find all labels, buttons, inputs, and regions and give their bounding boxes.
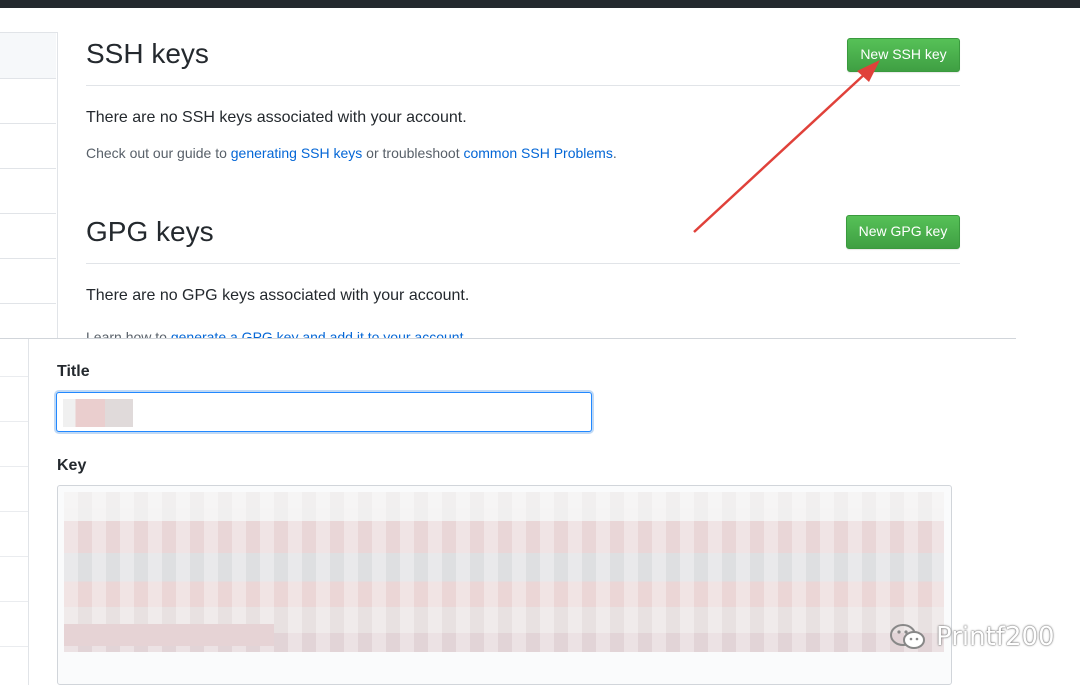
title-input[interactable] — [56, 392, 592, 432]
generate-gpg-key-link[interactable]: generate a GPG key and add it to your ac… — [171, 329, 464, 338]
top-header-bar — [0, 0, 1080, 8]
ssh-keys-heading: SSH keys — [86, 38, 209, 69]
ssh-help-text: Check out our guide to generating SSH ke… — [86, 145, 617, 161]
sidebar-divider — [0, 466, 28, 467]
sidebar-divider — [0, 601, 28, 602]
settings-sidebar — [0, 32, 58, 339]
ssh-help-end: . — [612, 145, 617, 161]
sidebar-divider — [0, 258, 56, 259]
new-ssh-key-button[interactable]: New SSH key — [847, 38, 960, 72]
screenshot-split-divider — [0, 338, 1016, 339]
sidebar-divider — [0, 303, 56, 304]
key-textarea[interactable] — [57, 485, 952, 685]
sidebar-item-selected[interactable] — [0, 33, 56, 79]
sidebar-divider — [0, 123, 56, 124]
sidebar-divider — [0, 213, 56, 214]
watermark: Printf200 — [888, 622, 1055, 652]
ssh-empty-message: There are no SSH keys associated with yo… — [86, 109, 467, 126]
ssh-help-mid: or troubleshoot — [362, 145, 464, 161]
key-field-label: Key — [57, 457, 87, 474]
ssh-help-prefix: Check out our guide to — [86, 145, 231, 161]
form-sidebar-edge — [0, 339, 29, 685]
gpg-help-prefix: Learn how to — [86, 329, 171, 338]
gpg-heading-divider — [86, 263, 960, 264]
sidebar-divider — [0, 511, 28, 512]
watermark-text: Printf200 — [936, 622, 1055, 652]
redacted-title-value — [63, 399, 133, 427]
arrow-shaft — [693, 71, 868, 233]
sidebar-divider — [0, 646, 28, 647]
generating-ssh-keys-link[interactable]: generating SSH keys — [231, 145, 363, 161]
gpg-help-text: Learn how to generate a GPG key and add … — [86, 327, 467, 338]
gpg-empty-message: There are no GPG keys associated with yo… — [86, 287, 470, 304]
common-ssh-problems-link[interactable]: common SSH Problems — [463, 145, 612, 161]
new-gpg-key-button[interactable]: New GPG key — [846, 215, 960, 249]
sidebar-divider — [0, 168, 56, 169]
sidebar-divider — [0, 421, 28, 422]
sidebar-divider — [0, 556, 28, 557]
title-field-label: Title — [57, 363, 90, 380]
redacted-key-tail — [64, 624, 274, 646]
gpg-help-end: . — [463, 329, 468, 338]
ssh-heading-divider — [86, 85, 960, 86]
sidebar-divider — [0, 376, 28, 377]
gpg-keys-heading: GPG keys — [86, 216, 214, 247]
wechat-icon — [890, 624, 925, 649]
